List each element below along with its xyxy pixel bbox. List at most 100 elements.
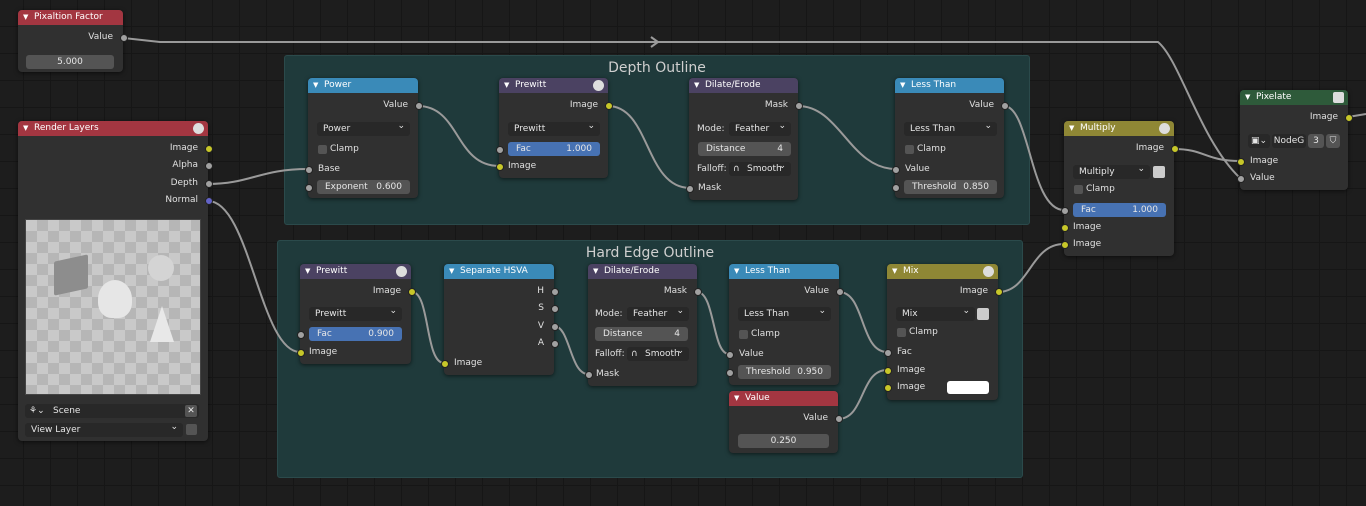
output-depth-socket[interactable] <box>205 180 213 188</box>
output-socket[interactable] <box>415 102 423 110</box>
node-less-than-hard-edge[interactable]: ▼ Less Than Value Less Than Clamp Value T… <box>726 264 844 385</box>
collapse-triangle-icon[interactable]: ▼ <box>1069 121 1074 136</box>
node-dilate-erode-depth[interactable]: ▼ Dilate/Erode Mask Mode: Feather Distanc… <box>686 78 803 200</box>
output-socket[interactable] <box>694 288 702 296</box>
preview-icon[interactable] <box>983 266 994 277</box>
output-socket[interactable] <box>1345 114 1353 122</box>
node-multiply[interactable]: ▼Multiply Image Multiply Clamp Fac1.000 … <box>1061 121 1179 256</box>
node-power[interactable]: ▼ Power Value Power Clamp Base Exponent 0.… <box>305 78 423 198</box>
collapse-triangle-icon[interactable]: ▼ <box>900 78 905 93</box>
blend-dropdown[interactable]: Multiply <box>1073 165 1150 179</box>
output-socket[interactable] <box>835 415 843 423</box>
node-group-icon[interactable] <box>1333 92 1344 103</box>
render-icon[interactable] <box>193 123 204 134</box>
node-header[interactable]: ▼ Dilate/Erode <box>689 78 798 93</box>
view-layer-dropdown[interactable]: View Layer <box>25 423 183 437</box>
preview-icon[interactable] <box>1159 123 1170 134</box>
node-header[interactable]: ▼ Mix <box>887 264 998 279</box>
output-socket[interactable] <box>1001 102 1009 110</box>
node-header[interactable]: ▼ Multiply <box>1064 121 1174 136</box>
falloff-dropdown[interactable]: ∩ Smooth <box>627 347 689 361</box>
output-socket[interactable] <box>408 288 416 296</box>
collapse-triangle-icon[interactable]: ▼ <box>734 264 739 279</box>
scene-selector[interactable]: ⚘⌄ Scene ✕ <box>25 404 199 418</box>
node-header[interactable]: ▼ Separate HSVA <box>444 264 554 279</box>
exponent-field[interactable]: Exponent 0.600 <box>317 180 410 194</box>
distance-field[interactable]: Distance 4 <box>595 327 688 341</box>
node-header[interactable]: ▼ Power <box>308 78 418 93</box>
fac-socket[interactable] <box>297 331 305 339</box>
input-socket[interactable] <box>585 371 593 379</box>
output-socket[interactable] <box>1171 145 1179 153</box>
node-header[interactable]: ▼ Dilate/Erode <box>588 264 697 279</box>
output-socket[interactable] <box>995 288 1003 296</box>
fac-socket[interactable] <box>884 349 892 357</box>
output-image-socket[interactable] <box>205 145 213 153</box>
node-group-name[interactable]: NodeG <box>1272 134 1306 148</box>
node-header[interactable]: ▼ Prewitt <box>300 264 411 279</box>
collapse-triangle-icon[interactable]: ▼ <box>449 264 454 279</box>
input-image-2-socket[interactable] <box>884 384 892 392</box>
output-v-socket[interactable] <box>551 323 559 331</box>
node-separate-hsva[interactable]: ▼ Separate HSVA H S V A Image <box>441 264 559 375</box>
input-image-1-socket[interactable] <box>884 367 892 375</box>
fac-socket[interactable] <box>1061 207 1069 215</box>
collapse-triangle-icon[interactable]: ▼ <box>23 10 28 25</box>
fac-field[interactable]: Fac 1.000 <box>508 142 600 156</box>
fac-field[interactable]: Fac 0.900 <box>309 327 402 341</box>
output-socket[interactable] <box>836 288 844 296</box>
node-prewitt-depth[interactable]: ▼ Prewitt Image Prewitt Fac 1.000 Image <box>496 78 613 178</box>
fac-field[interactable]: Fac 1.000 <box>1073 203 1166 217</box>
input-image-2-socket[interactable] <box>1061 241 1069 249</box>
input-value-socket[interactable] <box>1237 175 1245 183</box>
threshold-field[interactable]: Threshold 0.850 <box>904 180 997 194</box>
view-layer-browse-icon[interactable] <box>186 424 197 435</box>
mode-dropdown[interactable]: Feather <box>729 122 791 136</box>
input-socket[interactable] <box>892 166 900 174</box>
input-socket[interactable] <box>441 360 449 368</box>
node-header[interactable]: ▼ Less Than <box>729 264 839 279</box>
clamp-checkbox[interactable] <box>1074 185 1083 194</box>
collapse-triangle-icon[interactable]: ▼ <box>892 264 897 279</box>
input-socket[interactable] <box>726 351 734 359</box>
node-header[interactable]: ▼ Pixelate <box>1240 90 1348 105</box>
collapse-triangle-icon[interactable]: ▼ <box>305 264 310 279</box>
operation-dropdown[interactable]: Less Than <box>904 122 997 136</box>
output-a-socket[interactable] <box>551 340 559 348</box>
node-mix[interactable]: ▼ Mix Image Mix Clamp Fac Image Image <box>884 264 1003 400</box>
value-field[interactable]: 0.250 <box>738 434 829 448</box>
node-prewitt-hard-edge[interactable]: ▼ Prewitt Image Prewitt Fac 0.900 Image <box>297 264 416 364</box>
base-socket[interactable] <box>305 166 313 174</box>
users-count[interactable]: 3 <box>1308 134 1324 148</box>
output-normal-socket[interactable] <box>205 197 213 205</box>
node-pixelation-factor[interactable]: ▼ Pixaltion Factor Value 5.000 <box>18 10 128 72</box>
node-header[interactable]: ▼ Less Than <box>895 78 1004 93</box>
input-image-socket[interactable] <box>1237 158 1245 166</box>
input-image-1-socket[interactable] <box>1061 224 1069 232</box>
falloff-dropdown[interactable]: ∩ Smooth <box>729 162 791 176</box>
threshold-field[interactable]: Threshold 0.950 <box>738 365 831 379</box>
input-socket[interactable] <box>686 185 694 193</box>
collapse-triangle-icon[interactable]: ▼ <box>504 78 509 93</box>
output-socket[interactable] <box>120 34 128 42</box>
output-s-socket[interactable] <box>551 305 559 313</box>
node-header[interactable]: ▼ Value <box>729 391 838 406</box>
fake-user-shield-icon[interactable]: ⛉ <box>1326 134 1340 148</box>
alpha-toggle-icon[interactable] <box>977 308 989 320</box>
filter-dropdown[interactable]: Prewitt <box>508 122 600 136</box>
fac-socket[interactable] <box>496 146 504 154</box>
blend-dropdown[interactable]: Mix <box>896 307 975 321</box>
filter-dropdown[interactable]: Prewitt <box>309 307 402 321</box>
output-h-socket[interactable] <box>551 288 559 296</box>
node-dilate-erode-hard-edge[interactable]: ▼ Dilate/Erode Mask Mode: Feather Distanc… <box>585 264 702 386</box>
output-socket[interactable] <box>795 102 803 110</box>
threshold-socket[interactable] <box>726 369 734 377</box>
node-less-than-depth[interactable]: ▼ Less Than Value Less Than Clamp Value T… <box>892 78 1009 198</box>
preview-icon[interactable] <box>396 266 407 277</box>
operation-dropdown[interactable]: Less Than <box>738 307 831 321</box>
color-swatch[interactable] <box>947 381 989 394</box>
alpha-toggle-icon[interactable] <box>1153 166 1165 178</box>
collapse-triangle-icon[interactable]: ▼ <box>694 78 699 93</box>
output-socket[interactable] <box>605 102 613 110</box>
exponent-socket[interactable] <box>305 184 313 192</box>
